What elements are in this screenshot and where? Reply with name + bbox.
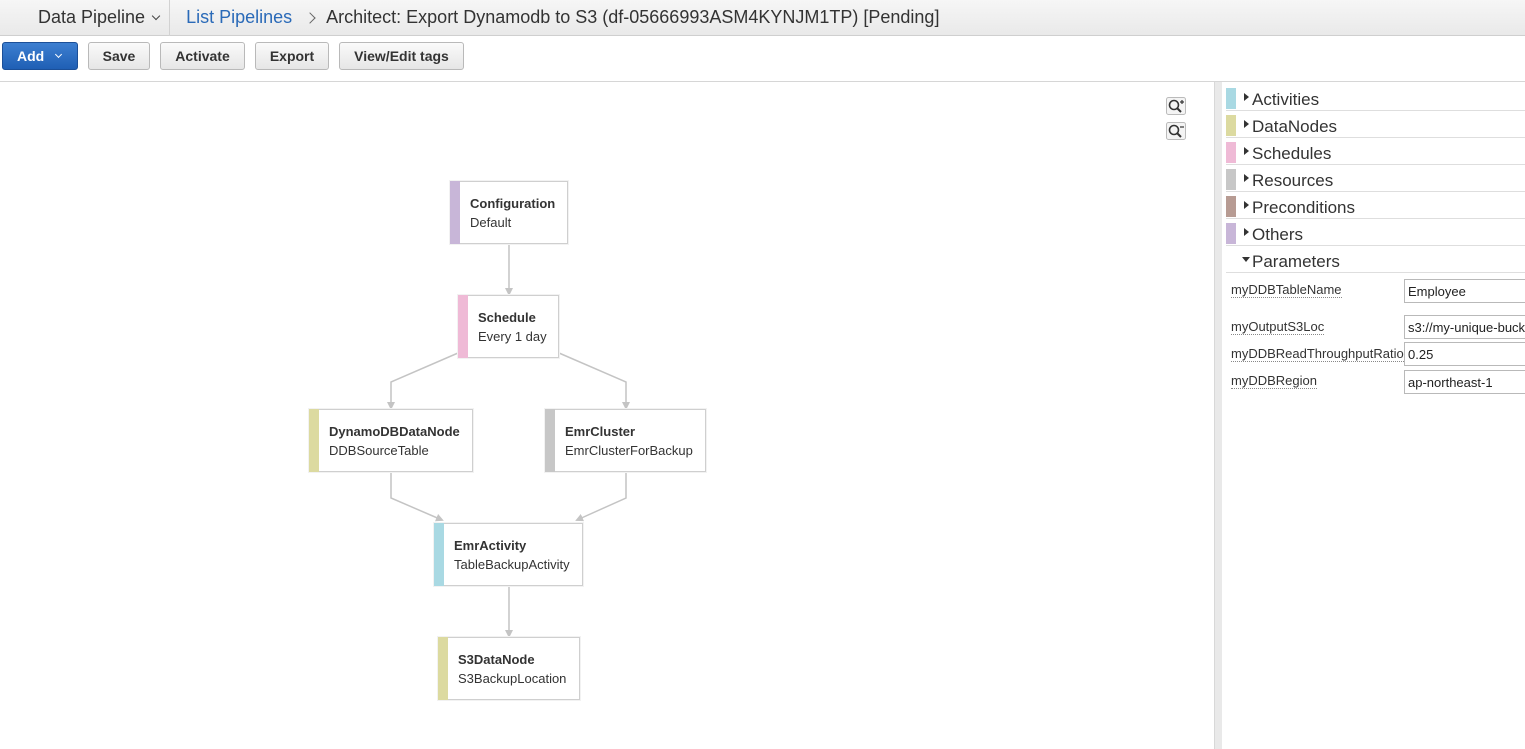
view-edit-tags-button[interactable]: View/Edit tags: [339, 42, 464, 70]
node-emr-activity[interactable]: EmrActivity TableBackupActivity: [434, 523, 583, 586]
param-label-read-throughput-ratio: myDDBReadThroughputRatio: [1231, 346, 1404, 362]
add-button[interactable]: Add: [2, 42, 78, 70]
panel-splitter[interactable]: [1214, 82, 1222, 749]
node-name: TableBackupActivity: [454, 557, 570, 572]
collapsed-triangle-icon: [1244, 174, 1249, 182]
edge-schedule-emrcluster: [558, 352, 630, 410]
param-input-ddb-region[interactable]: [1404, 370, 1525, 394]
node-type: DynamoDBDataNode: [329, 424, 460, 439]
collapsed-triangle-icon: [1244, 228, 1249, 236]
collapsed-triangle-icon: [1244, 120, 1249, 128]
param-input-output-s3-loc[interactable]: [1404, 315, 1525, 339]
section-label: Resources: [1252, 171, 1334, 190]
node-name: EmrClusterForBackup: [565, 443, 693, 458]
section-label: Parameters: [1252, 252, 1340, 271]
properties-panel: Activities DataNodes Schedules Resources…: [1222, 82, 1525, 749]
node-emr-cluster[interactable]: EmrCluster EmrClusterForBackup: [545, 409, 706, 472]
preconditions-color-chip: [1226, 196, 1236, 217]
collapsed-triangle-icon: [1244, 147, 1249, 155]
node-color-bar: [434, 523, 444, 586]
section-schedules[interactable]: Schedules: [1226, 139, 1525, 165]
node-color-bar: [450, 181, 460, 244]
node-name: Default: [470, 215, 512, 230]
toolbar: Add Save Activate Export View/Edit tags: [0, 36, 1525, 82]
section-label: Schedules: [1252, 144, 1332, 163]
param-label-output-s3-loc: myOutputS3Loc: [1231, 319, 1325, 335]
section-others[interactable]: Others: [1226, 220, 1525, 246]
param-label-ddb-region: myDDBRegion: [1231, 373, 1317, 389]
node-color-bar: [438, 637, 448, 700]
node-schedule[interactable]: Schedule Every 1 day: [458, 295, 559, 358]
divider: [169, 0, 171, 36]
schedules-color-chip: [1226, 142, 1236, 163]
node-configuration[interactable]: Configuration Default: [450, 181, 568, 244]
pipeline-canvas[interactable]: Configuration Default Schedule Every 1 d…: [0, 82, 1214, 749]
node-type: EmrActivity: [454, 538, 527, 553]
param-input-ddb-table-name[interactable]: [1404, 279, 1525, 303]
section-activities[interactable]: Activities: [1226, 85, 1525, 111]
node-type: S3DataNode: [458, 652, 535, 667]
section-parameters[interactable]: Parameters: [1226, 247, 1525, 273]
expanded-triangle-icon: [1242, 257, 1250, 262]
section-preconditions[interactable]: Preconditions: [1226, 193, 1525, 219]
section-label: Others: [1252, 225, 1304, 244]
node-color-bar: [458, 295, 468, 358]
node-type: EmrCluster: [565, 424, 636, 439]
node-color-bar: [309, 409, 319, 472]
edge-emrcluster-emractivity: [575, 472, 627, 522]
save-button[interactable]: Save: [88, 42, 150, 70]
edge-schedule-dynamo: [387, 352, 459, 410]
node-type: Configuration: [470, 196, 556, 211]
node-dynamodb-datanode[interactable]: DynamoDBDataNode DDBSourceTable: [309, 409, 473, 472]
activities-color-chip: [1226, 88, 1236, 109]
breadcrumb-list-pipelines[interactable]: List Pipelines: [186, 7, 292, 28]
node-type: Schedule: [478, 310, 536, 325]
add-button-label: Add: [17, 48, 45, 64]
node-color-bar: [545, 409, 555, 472]
resources-color-chip: [1226, 169, 1236, 190]
datanodes-color-chip: [1226, 115, 1236, 136]
chevron-right-icon: [304, 11, 316, 24]
activate-button[interactable]: Activate: [160, 42, 245, 70]
node-s3-datanode[interactable]: S3DataNode S3BackupLocation: [438, 637, 580, 700]
chevron-down-icon: [151, 11, 161, 20]
collapsed-triangle-icon: [1244, 93, 1249, 101]
chevron-down-icon: [54, 50, 63, 59]
service-name: Data Pipeline: [38, 7, 146, 27]
service-menu[interactable]: Data Pipeline: [0, 7, 161, 28]
export-button[interactable]: Export: [255, 42, 329, 70]
param-input-read-throughput-ratio[interactable]: [1404, 342, 1525, 366]
node-name: S3BackupLocation: [458, 671, 567, 686]
collapsed-triangle-icon: [1244, 201, 1249, 209]
param-label-ddb-table-name: myDDBTableName: [1231, 282, 1342, 298]
top-bar: Data Pipeline List Pipelines Architect: …: [0, 0, 1525, 36]
section-datanodes[interactable]: DataNodes: [1226, 112, 1525, 138]
node-name: Every 1 day: [478, 329, 547, 344]
section-resources[interactable]: Resources: [1226, 166, 1525, 192]
edge-dynamo-emractivity: [390, 472, 444, 522]
node-name: DDBSourceTable: [329, 443, 429, 458]
section-label: DataNodes: [1252, 117, 1338, 136]
section-label: Activities: [1252, 90, 1320, 109]
section-label: Preconditions: [1252, 198, 1356, 217]
page-title: Architect: Export Dynamodb to S3 (df-056…: [326, 7, 940, 27]
others-color-chip: [1226, 223, 1236, 244]
